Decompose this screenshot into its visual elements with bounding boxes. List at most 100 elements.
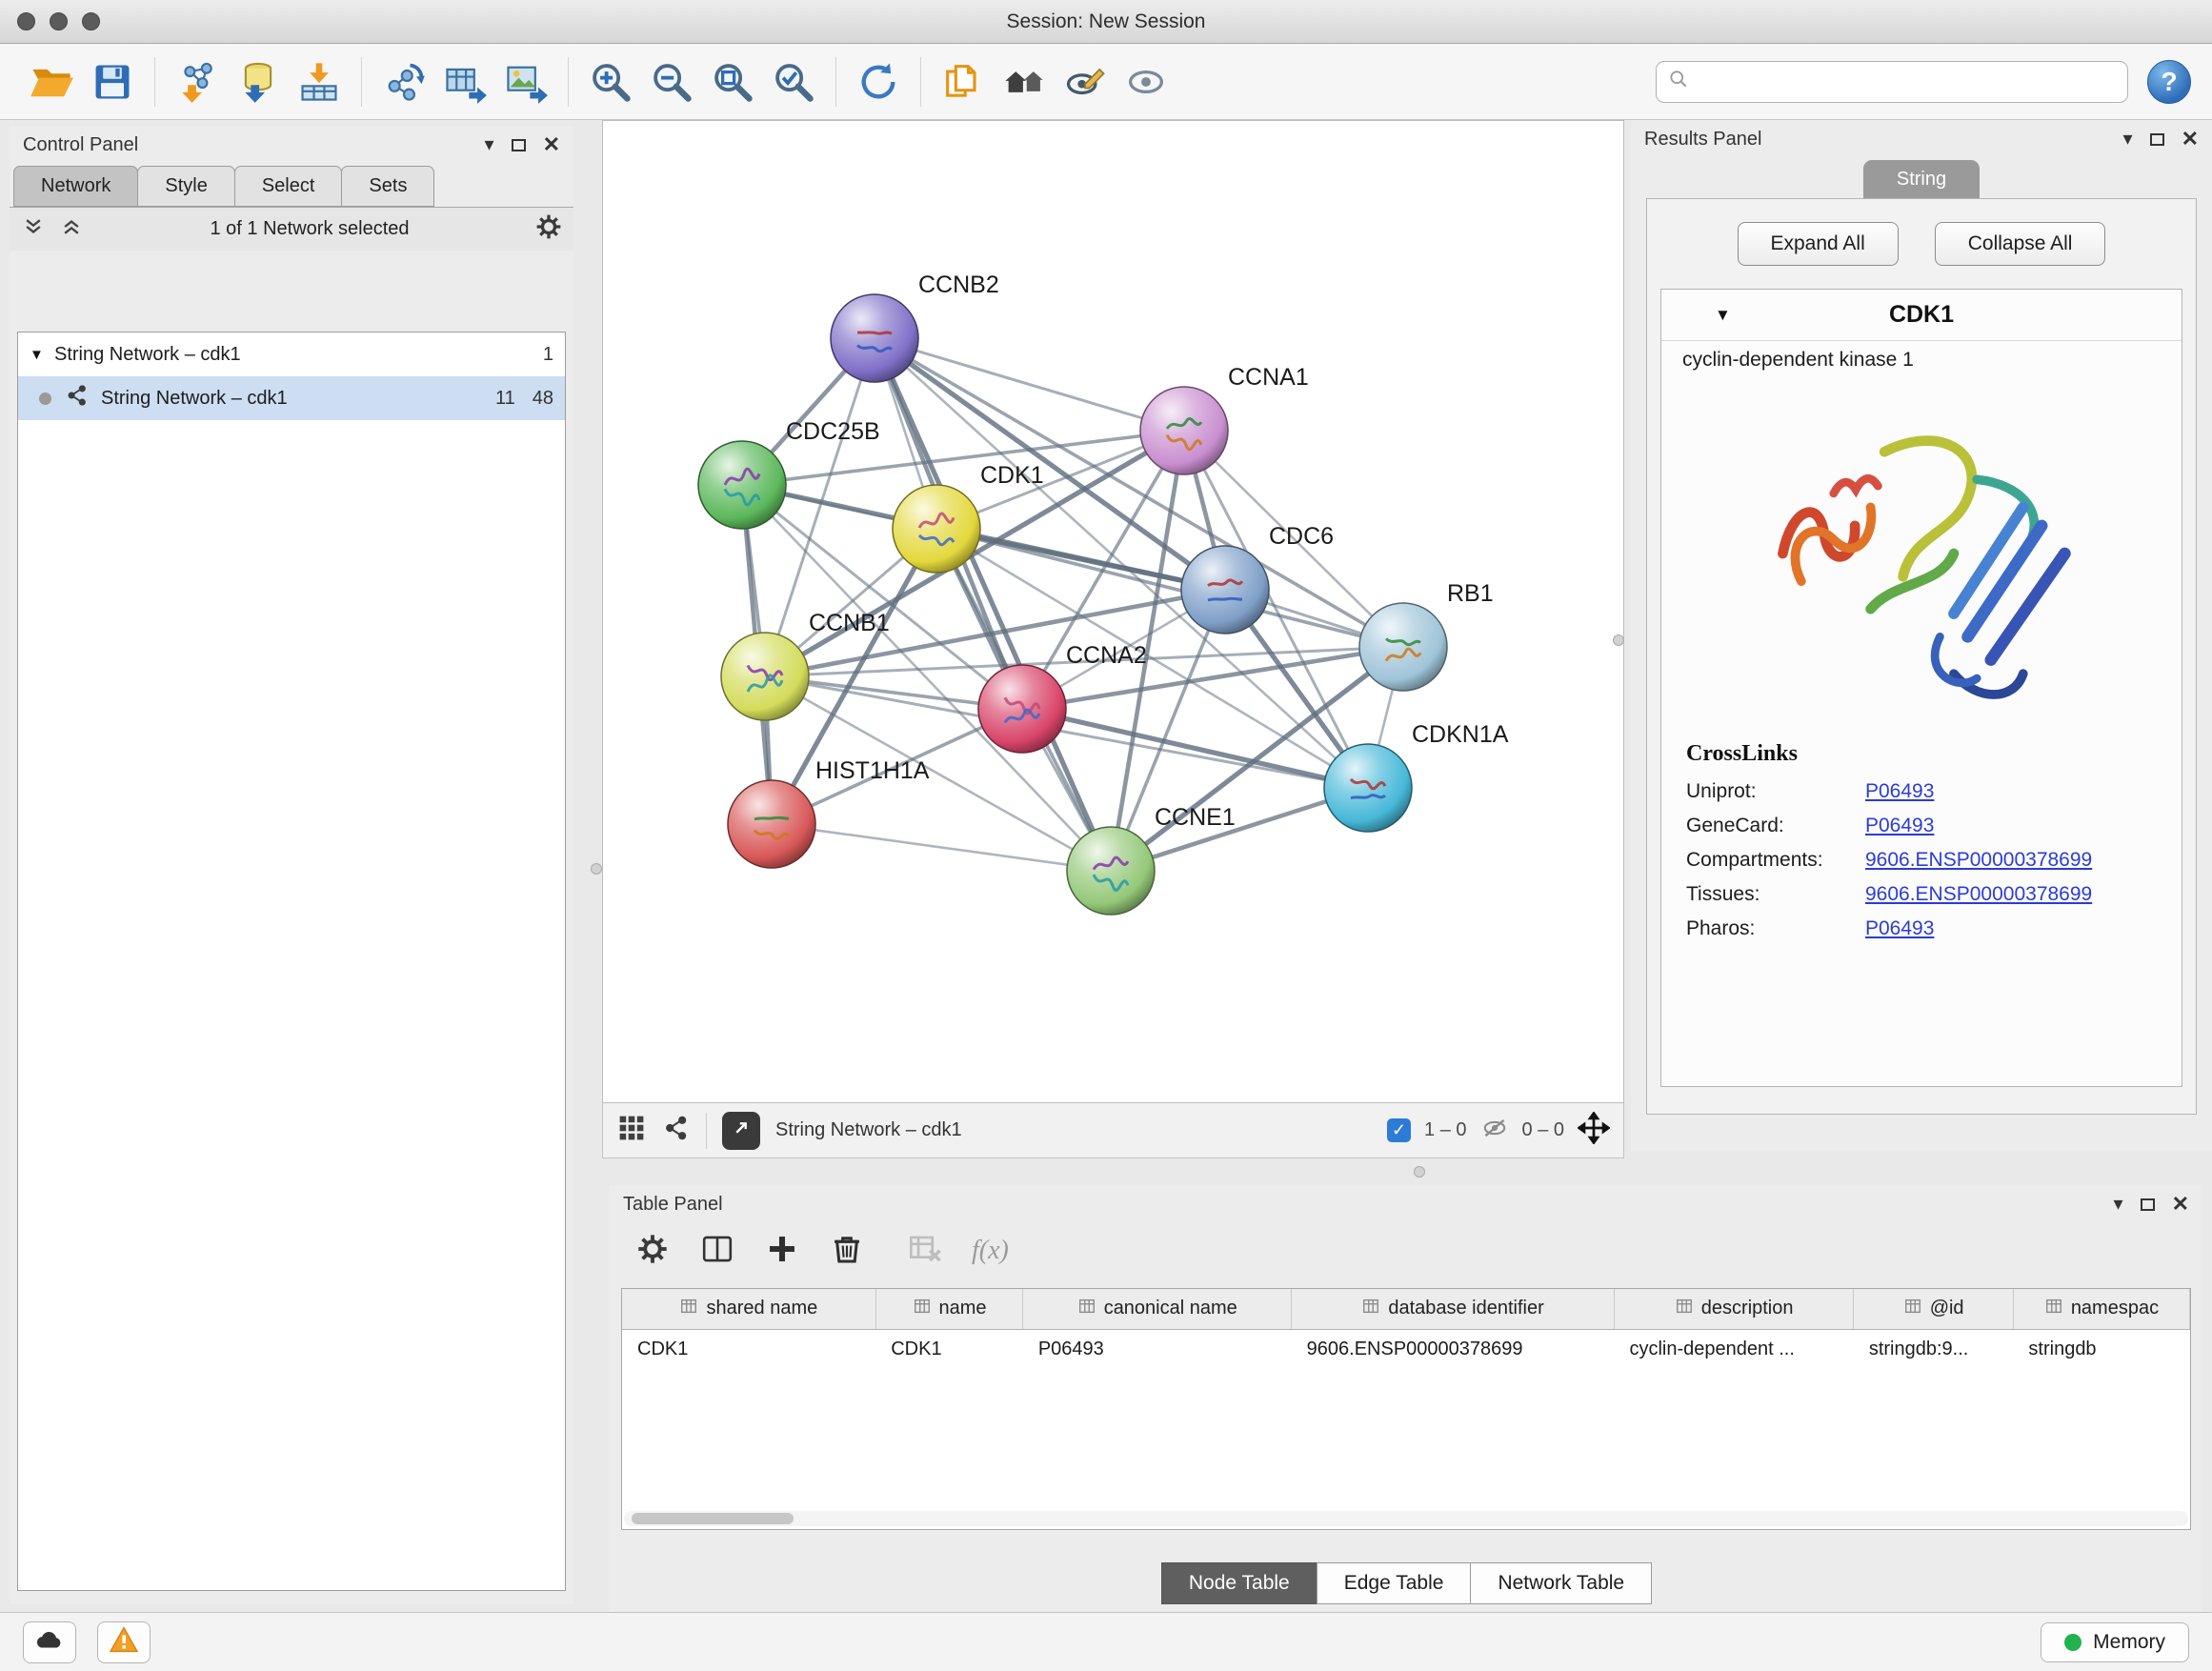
node-label-CCNE1: CCNE1	[1155, 804, 1236, 831]
show-columns-icon[interactable]	[699, 1231, 735, 1272]
add-column-icon[interactable]	[764, 1231, 800, 1272]
maximize-window-button[interactable]	[82, 12, 100, 30]
delete-column-icon[interactable]	[829, 1231, 865, 1272]
zoom-selected-icon[interactable]	[763, 52, 824, 111]
search-input[interactable]	[1699, 70, 2118, 92]
column-header-namespac[interactable]: namespac	[2013, 1289, 2189, 1329]
network-edge[interactable]	[772, 824, 1111, 871]
selected-checkbox-icon[interactable]: ✓	[1387, 1118, 1411, 1142]
zoom-out-icon[interactable]	[641, 52, 702, 111]
zoom-in-icon[interactable]	[580, 52, 641, 111]
crosslink-link[interactable]: P06493	[1865, 917, 1934, 940]
network-collection-row[interactable]: ▼ String Network – cdk1 1	[18, 332, 565, 376]
panel-close-icon[interactable]: ✕	[2182, 129, 2199, 150]
export-network-icon[interactable]	[373, 52, 434, 111]
collection-expand-icon[interactable]: ▼	[30, 347, 54, 363]
network-node-RB1[interactable]: RB1	[1359, 580, 1494, 691]
copy-icon[interactable]	[933, 52, 994, 111]
tab-sets[interactable]: Sets	[341, 166, 434, 207]
help-button[interactable]: ?	[2147, 60, 2191, 104]
network-node-CDKN1A[interactable]: CDKN1A	[1324, 721, 1509, 832]
open-session-icon[interactable]	[21, 52, 82, 111]
show-icon[interactable]	[1116, 52, 1176, 111]
network-node-CCNA1[interactable]: CCNA1	[1140, 364, 1309, 474]
panel-float-icon[interactable]	[2150, 133, 2164, 146]
zoom-fit-icon[interactable]	[702, 52, 763, 111]
warnings-button[interactable]	[97, 1621, 151, 1663]
column-header-canonical-name[interactable]: canonical name	[1023, 1289, 1292, 1329]
network-node-CCNB1[interactable]: CCNB1	[721, 610, 890, 720]
left-splitter-handle[interactable]	[591, 863, 602, 875]
close-window-button[interactable]	[17, 12, 35, 30]
memory-button[interactable]: Memory	[2041, 1622, 2189, 1662]
table-row[interactable]: CDK1CDK1P064939606.ENSP00000378699cyclin…	[622, 1329, 2190, 1369]
tab-string[interactable]: String	[1863, 160, 1980, 198]
panel-float-icon[interactable]	[2141, 1198, 2155, 1211]
network-node-CCNE1[interactable]: CCNE1	[1067, 804, 1236, 915]
panel-float-icon[interactable]	[512, 139, 526, 151]
network-canvas[interactable]: CCNB2CCNA1CDC25BCDK1CDC6RB1CCNB1CCNA2CDK…	[602, 120, 1624, 1103]
network-edge[interactable]	[875, 338, 1184, 431]
gene-collapse-icon[interactable]: ▼	[1715, 306, 1731, 325]
column-header-description[interactable]: description	[1614, 1289, 1853, 1329]
network-row-label: String Network – cdk1	[101, 388, 288, 410]
network-edge[interactable]	[1022, 709, 1368, 788]
crosslink-link[interactable]: 9606.ENSP00000378699	[1865, 849, 2092, 872]
collapse-all-networks-icon[interactable]	[19, 212, 48, 246]
panel-close-icon[interactable]: ✕	[543, 134, 560, 155]
horizontal-splitter-handle[interactable]	[1414, 1166, 1425, 1178]
tab-style[interactable]: Style	[137, 166, 234, 207]
tab-node-table[interactable]: Node Table	[1161, 1562, 1317, 1604]
expand-all-button[interactable]: Expand All	[1738, 222, 1899, 266]
column-header-shared-name[interactable]: shared name	[622, 1289, 875, 1329]
panel-collapse-icon[interactable]: ▾	[2123, 130, 2133, 149]
collapse-all-button[interactable]: Collapse All	[1935, 222, 2106, 266]
right-splitter-handle[interactable]	[1613, 634, 1624, 646]
import-network-file-icon[interactable]	[167, 52, 228, 111]
birds-eye-view-icon[interactable]	[616, 1113, 647, 1149]
minimize-window-button[interactable]	[50, 12, 68, 30]
crosslink-row: Pharos:P06493	[1661, 912, 2182, 946]
table-column-icon	[1077, 1297, 1096, 1321]
network-edge[interactable]	[875, 338, 1111, 871]
export-image-icon[interactable]	[495, 52, 556, 111]
tab-select[interactable]: Select	[234, 166, 343, 207]
expand-all-networks-icon[interactable]	[57, 212, 86, 246]
network-node-CDC25B[interactable]: CDC25B	[698, 418, 880, 529]
network-overview-icon[interactable]	[662, 1114, 691, 1148]
panel-collapse-icon[interactable]: ▾	[485, 135, 494, 154]
column-header-name[interactable]: name	[875, 1289, 1023, 1329]
crosslink-link[interactable]: P06493	[1865, 815, 1934, 837]
scrollbar-thumb[interactable]	[632, 1513, 794, 1524]
crosslink-link[interactable]: P06493	[1865, 780, 1934, 803]
search-box[interactable]	[1656, 61, 2128, 103]
tab-edge-table[interactable]: Edge Table	[1317, 1562, 1472, 1604]
import-table-icon[interactable]	[289, 52, 350, 111]
pan-move-icon[interactable]	[1578, 1112, 1610, 1150]
horizontal-scrollbar[interactable]	[624, 1511, 2188, 1526]
column-header-database-identifier[interactable]: database identifier	[1292, 1289, 1615, 1329]
refresh-icon[interactable]	[848, 52, 909, 111]
table-options-gear-icon[interactable]	[634, 1231, 671, 1272]
network-graph[interactable]: CCNB2CCNA1CDC25BCDK1CDC6RB1CCNB1CCNA2CDK…	[603, 121, 1623, 1102]
panel-collapse-icon[interactable]: ▾	[2114, 1195, 2123, 1214]
tab-network[interactable]: Network	[13, 166, 138, 207]
table-toolbar: f(x)	[610, 1223, 2202, 1278]
network-node-HIST1H1A[interactable]: HIST1H1A	[728, 757, 930, 868]
column-header--id[interactable]: @id	[1854, 1289, 2014, 1329]
homes-icon[interactable]	[994, 52, 1055, 111]
network-node-CDK1[interactable]: CDK1	[893, 462, 1044, 573]
network-options-gear-icon[interactable]	[533, 211, 564, 247]
save-session-icon[interactable]	[82, 52, 143, 111]
hide-edit-icon[interactable]	[1055, 52, 1116, 111]
selected-node-edge-count: 1 – 0	[1424, 1119, 1466, 1141]
function-builder-button[interactable]: f(x)	[972, 1236, 1009, 1266]
cloud-status-button[interactable]	[23, 1621, 76, 1663]
crosslink-link[interactable]: 9606.ENSP00000378699	[1865, 883, 2092, 906]
network-row-selected[interactable]: String Network – cdk1 11 48	[18, 376, 565, 420]
tab-network-table[interactable]: Network Table	[1470, 1562, 1652, 1604]
detach-view-button[interactable]	[722, 1112, 760, 1150]
panel-close-icon[interactable]: ✕	[2172, 1194, 2189, 1215]
import-network-db-icon[interactable]	[228, 52, 289, 111]
export-table-icon[interactable]	[434, 52, 495, 111]
